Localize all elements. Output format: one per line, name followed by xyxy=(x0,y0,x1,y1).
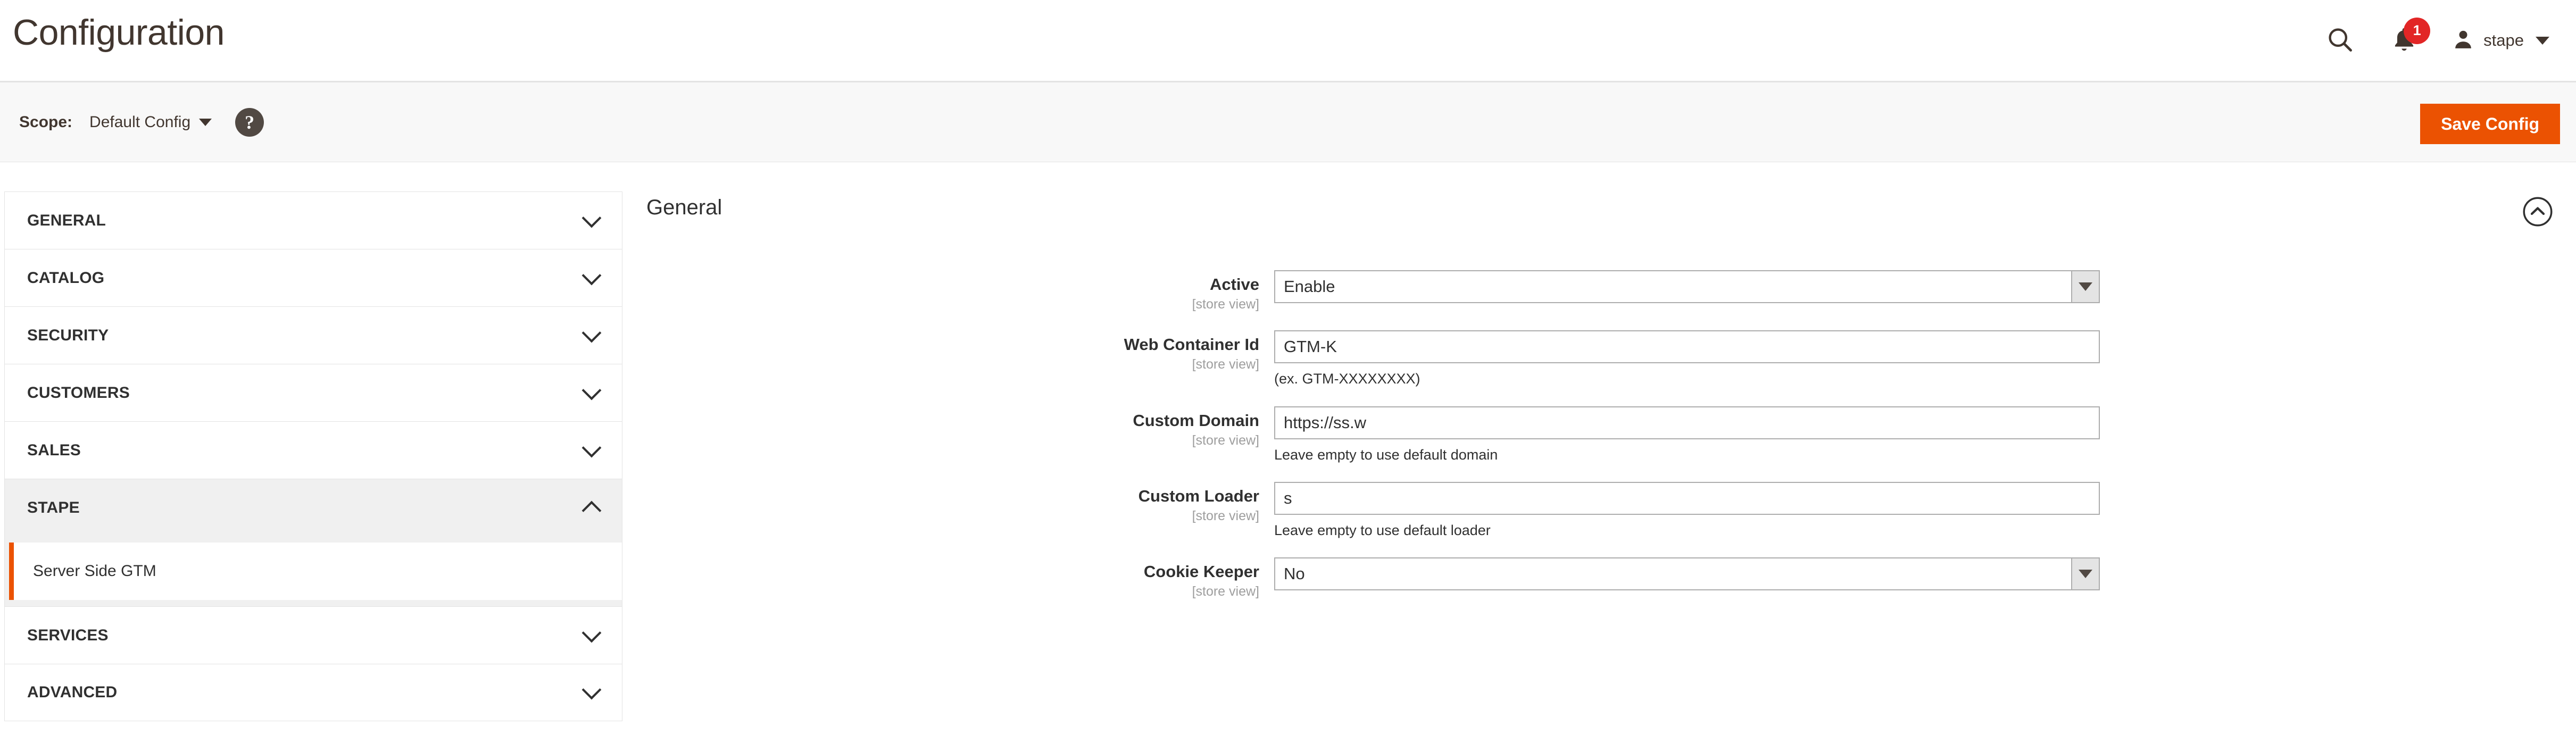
field-hint-custom-loader: Leave empty to use default loader xyxy=(1274,522,2100,539)
avatar xyxy=(2452,28,2475,54)
field-label-text: Custom Loader xyxy=(646,486,1259,506)
spacer xyxy=(646,463,2562,482)
chevron-down-icon[interactable] xyxy=(199,119,212,126)
page-title: Configuration xyxy=(13,12,225,53)
user-menu[interactable]: stape xyxy=(2437,0,2560,81)
field-scope-note: [store view] xyxy=(646,356,1259,373)
sidebar-item-sales[interactable]: SALES xyxy=(4,421,622,479)
config-sidebar-nav: GENERAL CATALOG SECURITY CUSTOMERS SALES… xyxy=(4,191,622,721)
chevron-up-icon xyxy=(582,500,602,520)
notification-count-badge: 1 xyxy=(2404,18,2430,44)
chevron-down-icon xyxy=(582,208,602,228)
sidebar-item-label: SERVICES xyxy=(27,627,585,645)
config-main-content: General Active [store view] Enable xyxy=(646,191,2562,600)
field-scope-note: [store view] xyxy=(646,507,1259,525)
sidebar-item-services[interactable]: SERVICES xyxy=(4,606,622,664)
caret-down-icon xyxy=(2079,570,2092,578)
header-actions: 1 stape xyxy=(2308,0,2560,81)
general-settings-form: Active [store view] Enable Web Containe xyxy=(646,270,2562,600)
sidebar-item-catalog[interactable]: CATALOG xyxy=(4,249,622,306)
field-scope-note: [store view] xyxy=(646,432,1259,449)
sidebar-item-label: CATALOG xyxy=(27,269,585,287)
sidebar-item-label: SALES xyxy=(27,441,585,460)
field-control-web-container-id: (ex. GTM-XXXXXXXX) xyxy=(1274,330,2100,387)
caret-down-icon xyxy=(2079,282,2092,291)
field-control-active: Enable xyxy=(1274,270,2100,303)
sidebar-item-advanced[interactable]: ADVANCED xyxy=(4,664,622,721)
field-label-text: Web Container Id xyxy=(646,335,1259,355)
cookie-keeper-select-value: No xyxy=(1275,564,2071,583)
chevron-down-icon xyxy=(582,323,602,343)
scope-bar: Scope: Default Config ? Save Config xyxy=(0,82,2576,162)
chevron-down-icon xyxy=(582,623,602,642)
field-label-text: Custom Domain xyxy=(646,411,1259,431)
chevron-down-icon xyxy=(2536,37,2549,45)
section-title: General xyxy=(646,196,722,220)
page-header: Configuration 1 xyxy=(0,0,2576,82)
field-hint-custom-domain: Leave empty to use default domain xyxy=(1274,446,2100,463)
dropdown-arrow-button[interactable] xyxy=(2071,271,2099,302)
save-config-button[interactable]: Save Config xyxy=(2420,104,2560,144)
field-label-cookie-keeper: Cookie Keeper [store view] xyxy=(646,557,1274,600)
scope-switcher: Scope: Default Config ? xyxy=(19,82,264,162)
spacer xyxy=(646,313,2562,330)
field-control-cookie-keeper: No xyxy=(1274,557,2100,590)
field-scope-note: [store view] xyxy=(646,296,1259,313)
web-container-id-input[interactable] xyxy=(1274,330,2100,363)
bell-icon: 1 xyxy=(2390,25,2419,56)
sidebar-item-label: STAPE xyxy=(27,499,585,517)
field-label-text: Active xyxy=(646,274,1259,295)
sidebar-item-label: SECURITY xyxy=(27,327,585,345)
field-row-web-container-id: Web Container Id [store view] (ex. GTM-X… xyxy=(646,330,2562,387)
field-label-web-container-id: Web Container Id [store view] xyxy=(646,330,1274,373)
sidebar-item-label: GENERAL xyxy=(27,212,585,230)
sidebar-item-general[interactable]: GENERAL xyxy=(4,191,622,249)
scope-label: Scope: xyxy=(19,113,72,131)
search-icon xyxy=(2326,26,2354,56)
active-select-value: Enable xyxy=(1275,277,2071,296)
sidebar-subnav-stape: Server Side GTM xyxy=(4,536,622,606)
section-header: General xyxy=(646,191,2562,243)
notifications-button[interactable]: 1 xyxy=(2372,0,2437,81)
field-row-custom-loader: Custom Loader [store view] Leave empty t… xyxy=(646,482,2562,539)
field-control-custom-domain: Leave empty to use default domain xyxy=(1274,406,2100,463)
dropdown-arrow-button[interactable] xyxy=(2071,558,2099,589)
sidebar-item-label: CUSTOMERS xyxy=(27,384,585,402)
user-name: stape xyxy=(2483,31,2524,50)
field-row-active: Active [store view] Enable xyxy=(646,270,2562,313)
spacer xyxy=(646,388,2562,406)
sidebar-item-stape[interactable]: STAPE xyxy=(4,479,622,536)
field-scope-note: [store view] xyxy=(646,583,1259,600)
custom-loader-input[interactable] xyxy=(1274,482,2100,515)
scope-value[interactable]: Default Config xyxy=(89,113,190,131)
field-hint-web-container-id: (ex. GTM-XXXXXXXX) xyxy=(1274,370,2100,387)
field-label-custom-domain: Custom Domain [store view] xyxy=(646,406,1274,449)
sidebar-item-customers[interactable]: CUSTOMERS xyxy=(4,364,622,421)
field-control-custom-loader: Leave empty to use default loader xyxy=(1274,482,2100,539)
chevron-down-icon xyxy=(582,680,602,700)
field-label-active: Active [store view] xyxy=(646,270,1274,313)
field-label-custom-loader: Custom Loader [store view] xyxy=(646,482,1274,524)
help-icon[interactable]: ? xyxy=(235,108,264,137)
custom-domain-input[interactable] xyxy=(1274,406,2100,439)
chevron-down-icon xyxy=(582,380,602,400)
cookie-keeper-select[interactable]: No xyxy=(1274,557,2100,590)
sidebar-item-server-side-gtm[interactable]: Server Side GTM xyxy=(9,543,622,600)
sidebar-item-security[interactable]: SECURITY xyxy=(4,306,622,364)
search-button[interactable] xyxy=(2308,0,2372,81)
chevron-down-icon xyxy=(582,265,602,285)
sidebar-sub-item-label: Server Side GTM xyxy=(33,562,156,580)
field-row-cookie-keeper: Cookie Keeper [store view] No xyxy=(646,557,2562,600)
field-row-custom-domain: Custom Domain [store view] Leave empty t… xyxy=(646,406,2562,463)
admin-configuration-page: Configuration 1 xyxy=(0,0,2576,751)
chevron-up-circle-icon[interactable] xyxy=(2522,196,2554,228)
chevron-down-icon xyxy=(582,438,602,457)
field-label-text: Cookie Keeper xyxy=(646,562,1259,582)
sidebar-item-label: ADVANCED xyxy=(27,683,585,702)
spacer xyxy=(646,539,2562,557)
active-select[interactable]: Enable xyxy=(1274,270,2100,303)
